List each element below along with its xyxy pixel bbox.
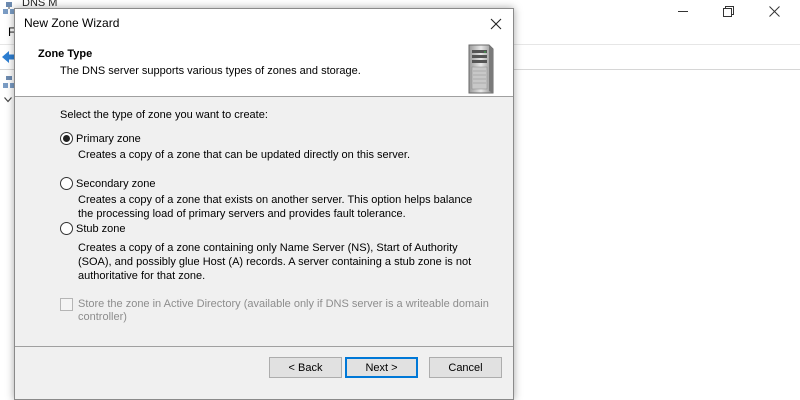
page-subtitle: The DNS server supports various types of…	[60, 65, 361, 77]
dialog-footer: < Back Next > Cancel	[15, 347, 513, 399]
radio-button[interactable]	[60, 132, 73, 145]
close-icon[interactable]	[479, 9, 513, 39]
checkbox-label-line: controller)	[78, 311, 127, 323]
page-title: Zone Type	[38, 48, 93, 60]
back-button[interactable]: < Back	[269, 357, 342, 378]
stub-zone-radio[interactable]: Stub zone	[60, 222, 126, 235]
description-line: Creates a copy of a zone containing only…	[78, 242, 458, 254]
chevron-down-icon[interactable]	[4, 94, 12, 106]
stub-zone-label: Stub zone	[76, 222, 126, 235]
zone-type-prompt: Select the type of zone you want to crea…	[60, 109, 268, 121]
store-in-ad-checkbox	[60, 298, 73, 311]
radio-button[interactable]	[60, 177, 73, 190]
store-in-ad-checkbox-row: Store the zone in Active Directory (avai…	[60, 298, 498, 324]
new-zone-wizard-dialog: New Zone Wizard Zone Type The DNS server…	[14, 8, 514, 400]
dialog-titlebar: New Zone Wizard	[15, 9, 513, 39]
server-icon	[465, 43, 495, 98]
description-line: Creates a copy of a zone that can be upd…	[78, 149, 411, 161]
radio-selected-dot	[63, 135, 70, 142]
stub-zone-description: Creates a copy of a zone containing only…	[78, 241, 498, 283]
description-line: the processing load of primary servers a…	[78, 208, 406, 220]
next-button[interactable]: Next >	[345, 357, 418, 378]
primary-zone-radio[interactable]: Primary zone	[60, 132, 141, 145]
secondary-zone-description: Creates a copy of a zone that exists on …	[78, 193, 498, 221]
dialog-header: Zone Type The DNS server supports variou…	[15, 39, 513, 97]
description-line: authoritative for that zone.	[78, 270, 206, 282]
radio-button[interactable]	[60, 222, 73, 235]
primary-zone-label: Primary zone	[76, 132, 141, 145]
checkbox-label-line: Store the zone in Active Directory (avai…	[78, 298, 489, 310]
secondary-zone-radio[interactable]: Secondary zone	[60, 177, 156, 190]
maximize-icon[interactable]	[706, 0, 751, 22]
description-line: Creates a copy of a zone that exists on …	[78, 194, 473, 206]
secondary-zone-label: Secondary zone	[76, 177, 156, 190]
store-in-ad-label: Store the zone in Active Directory (avai…	[78, 298, 498, 324]
description-line: (SOA), and possibly glue Host (A) record…	[78, 256, 472, 268]
cancel-button[interactable]: Cancel	[429, 357, 502, 378]
close-icon[interactable]	[752, 0, 797, 22]
minimize-icon[interactable]	[660, 0, 705, 22]
dialog-body: Select the type of zone you want to crea…	[15, 98, 513, 346]
primary-zone-description: Creates a copy of a zone that can be upd…	[78, 148, 498, 162]
dialog-title: New Zone Wizard	[24, 16, 120, 30]
